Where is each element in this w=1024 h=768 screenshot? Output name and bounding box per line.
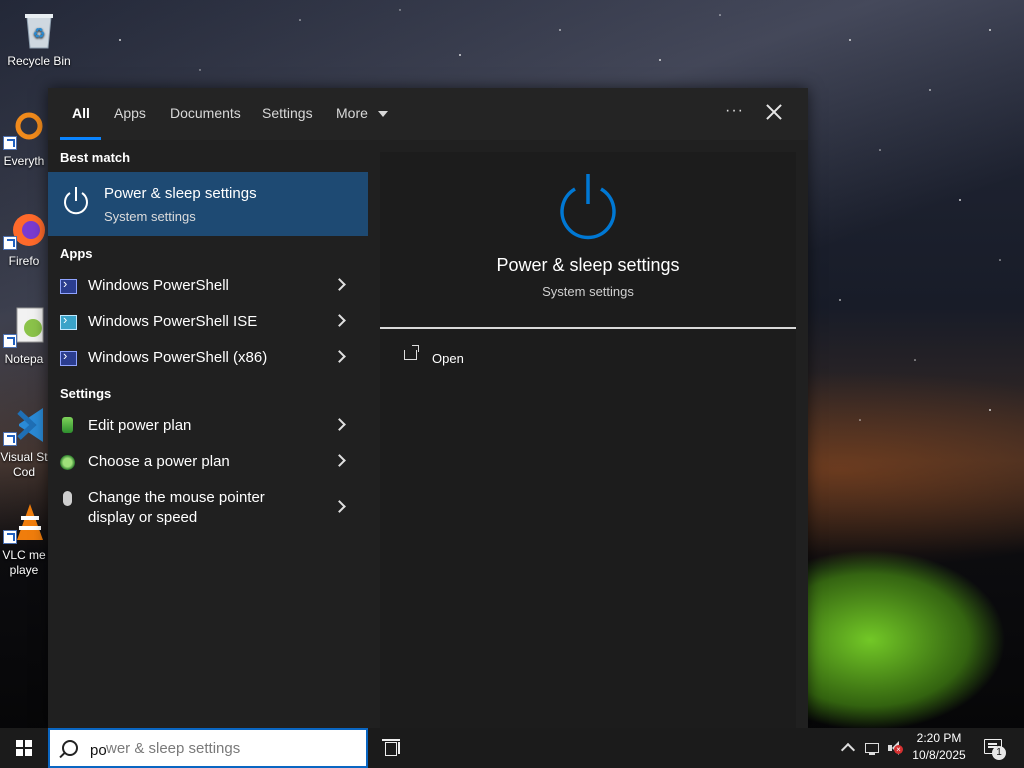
preview-subtitle: System settings (542, 284, 634, 299)
search-input[interactable] (90, 740, 350, 760)
settings-result-label: Change the mouse pointer (88, 489, 265, 506)
tab-documents[interactable]: Documents (170, 88, 241, 140)
app-result-label: Windows PowerShell ISE (88, 313, 258, 330)
tab-more[interactable]: More (336, 88, 388, 140)
desktop-icon-label: VLC me (2, 548, 46, 562)
powershell-icon (60, 348, 77, 366)
chevron-right-icon[interactable] (333, 314, 346, 327)
shortcut-arrow-icon (3, 334, 17, 348)
search-tabs: All Apps Documents Settings More ··· (48, 88, 808, 140)
shortcut-arrow-icon (3, 236, 17, 250)
desktop-icon-everything[interactable]: Everyth (0, 108, 48, 169)
show-hidden-icons-button[interactable] (840, 740, 856, 756)
app-result-windows-powershell-ise[interactable]: Windows PowerShell ISE (48, 304, 368, 340)
settings-result-label: Choose a power plan (88, 453, 230, 470)
preview-pane: Power & sleep settings System settings O… (380, 152, 796, 728)
notepad-plus-plus-icon (3, 306, 45, 348)
best-match-title: Power & sleep settings (104, 185, 257, 202)
chevron-right-icon[interactable] (333, 350, 346, 363)
settings-result-label-line2: display or speed (88, 509, 198, 526)
desktop-icon-label: Recycle Bin (7, 54, 71, 68)
tab-apps[interactable]: Apps (114, 88, 146, 140)
clock-time: 2:20 PM (916, 731, 962, 745)
vscode-icon (3, 404, 45, 446)
desktop-icon-label: Notepa (4, 352, 44, 366)
chevron-right-icon[interactable] (333, 418, 346, 431)
preview-divider (380, 327, 796, 329)
settings-result-edit-power-plan[interactable]: Edit power plan (48, 408, 368, 444)
settings-result-choose-power-plan[interactable]: Choose a power plan (48, 444, 368, 480)
windows-logo-icon (16, 740, 32, 756)
tab-label: Settings (262, 105, 313, 121)
best-match-result[interactable]: Power & sleep settings System settings (48, 172, 368, 236)
task-view-button[interactable] (382, 738, 402, 758)
section-heading-settings: Settings (60, 386, 112, 401)
shortcut-arrow-icon (3, 432, 17, 446)
tab-label: Apps (114, 105, 146, 121)
powershell-icon (60, 276, 77, 294)
power-icon (64, 187, 88, 215)
power-options-icon (60, 455, 75, 470)
results-list: Best match Power & sleep settings System… (48, 140, 368, 728)
power-plan-icon (62, 417, 73, 433)
settings-result-label: Edit power plan (88, 417, 192, 434)
app-result-windows-powershell-x86[interactable]: Windows PowerShell (x86) (48, 340, 368, 376)
search-icon (62, 740, 78, 756)
firefox-icon (3, 208, 45, 250)
chevron-right-icon[interactable] (333, 454, 346, 467)
app-result-windows-powershell[interactable]: Windows PowerShell (48, 268, 368, 304)
tab-label: All (72, 105, 90, 121)
desktop-icon-notepad-plus-plus[interactable]: Notepa (0, 306, 48, 367)
clock-date: 10/8/2025 (912, 748, 966, 762)
search-panel: All Apps Documents Settings More ··· Bes… (48, 88, 808, 728)
section-heading-best-match: Best match (60, 150, 131, 165)
tab-label: More (336, 105, 368, 121)
desktop-icon-recycle-bin[interactable]: ♻ Recycle Bin (0, 8, 78, 69)
shortcut-arrow-icon (3, 530, 17, 544)
mouse-icon (63, 491, 72, 506)
desktop-icon-firefox[interactable]: Firefo (0, 208, 48, 269)
desktop-icon-label-line2: Cod (12, 465, 35, 479)
section-heading-apps: Apps (60, 246, 93, 261)
desktop-icon-label: Visual St (0, 450, 48, 464)
powershell-ise-icon (60, 312, 77, 330)
network-icon[interactable] (864, 740, 880, 756)
clock[interactable]: 2:20 PM 10/8/2025 (906, 730, 972, 764)
desktop-icon-vlc[interactable]: VLC me playe (0, 502, 48, 578)
close-button[interactable] (764, 102, 784, 122)
svg-text:♻: ♻ (33, 25, 46, 41)
taskbar-search-box[interactable]: wer & sleep settings (48, 728, 368, 768)
tab-all[interactable]: All (60, 88, 101, 140)
desktop-icon-label: Everyth (3, 154, 45, 168)
chevron-right-icon[interactable] (333, 500, 346, 513)
preview-title: Power & sleep settings (496, 255, 680, 275)
app-result-label: Windows PowerShell (x86) (88, 349, 268, 366)
start-button[interactable] (0, 728, 48, 768)
tab-settings[interactable]: Settings (262, 88, 313, 140)
recycle-bin-icon: ♻ (18, 8, 60, 50)
settings-result-mouse-pointer[interactable]: Change the mouse pointer display or spee… (48, 480, 368, 536)
chevron-right-icon[interactable] (333, 278, 346, 291)
vlc-icon (3, 502, 45, 544)
everything-search-icon (3, 108, 45, 150)
notification-count-badge: 1 (992, 746, 1006, 760)
desktop-icon-label: Firefo (8, 254, 40, 268)
tab-label: Documents (170, 105, 241, 121)
open-action-label: Open (432, 351, 464, 366)
best-match-subtitle: System settings (104, 209, 196, 224)
taskbar: wer & sleep settings 2:20 PM 10/8/2025 1 (0, 728, 1024, 768)
open-action-button[interactable]: Open (400, 345, 520, 370)
app-result-label: Windows PowerShell (88, 277, 229, 294)
power-icon-large (560, 174, 616, 240)
shortcut-arrow-icon (3, 136, 17, 150)
mute-indicator-icon: × (894, 745, 903, 754)
desktop-icon-vscode[interactable]: Visual St Cod (0, 404, 48, 480)
more-options-button[interactable]: ··· (725, 102, 744, 120)
desktop-icon-label-line2: playe (9, 563, 39, 577)
open-icon (404, 345, 419, 360)
chevron-down-icon (377, 111, 388, 118)
